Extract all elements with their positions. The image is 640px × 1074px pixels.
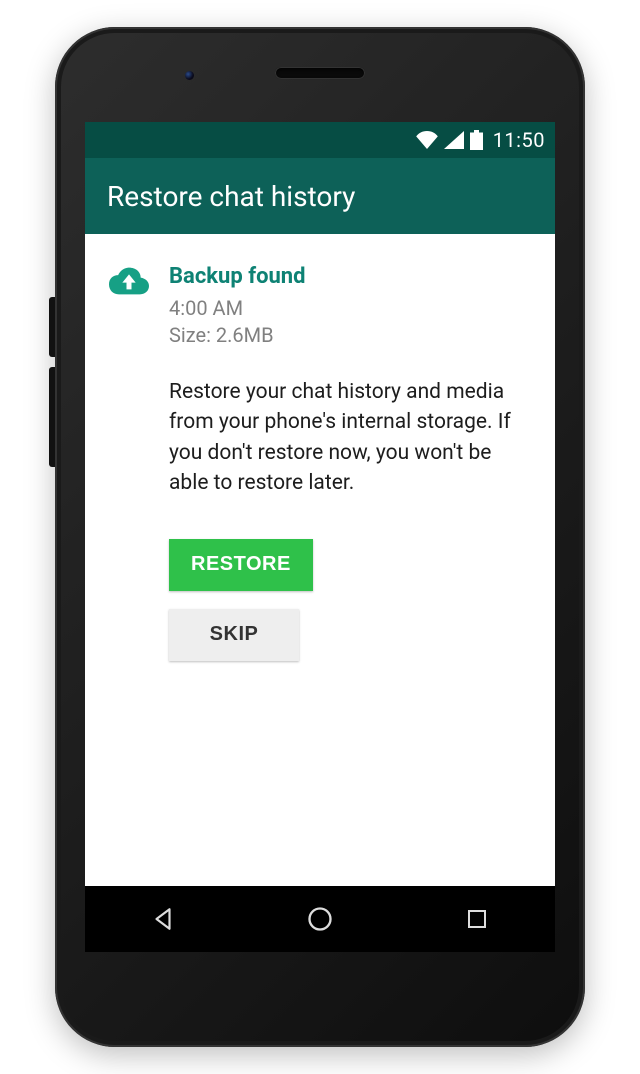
- main-column: Backup found 4:00 AM Size: 2.6MB Restore…: [169, 264, 531, 661]
- proximity-sensor: [185, 71, 194, 80]
- skip-button[interactable]: SKIP: [169, 609, 299, 661]
- stage: 11:50 Restore chat history Backup: [0, 0, 640, 1074]
- volume-button: [49, 297, 55, 357]
- page-title: Restore chat history: [107, 180, 355, 213]
- status-bar: 11:50: [85, 122, 555, 158]
- restore-button[interactable]: RESTORE: [169, 539, 313, 591]
- recents-icon[interactable]: [461, 903, 493, 935]
- status-time: 11:50: [493, 128, 545, 152]
- phone-frame: 11:50 Restore chat history Backup: [55, 27, 585, 1047]
- cloud-upload-icon: [109, 281, 149, 300]
- wifi-icon: [416, 131, 438, 149]
- android-nav-bar: [85, 886, 555, 952]
- cloud-icon-column: [109, 264, 149, 300]
- backup-heading: Backup found: [169, 264, 531, 289]
- screen: 11:50 Restore chat history Backup: [85, 122, 555, 952]
- button-group: RESTORE SKIP: [169, 539, 531, 661]
- earpiece: [275, 67, 365, 79]
- cellular-icon: [444, 131, 464, 149]
- power-button: [49, 367, 55, 467]
- home-icon[interactable]: [304, 903, 336, 935]
- content-area: Backup found 4:00 AM Size: 2.6MB Restore…: [85, 234, 555, 661]
- backup-time: 4:00 AM: [169, 295, 531, 322]
- app-bar: Restore chat history: [85, 158, 555, 234]
- backup-size: Size: 2.6MB: [169, 322, 531, 349]
- backup-description: Restore your chat history and media from…: [169, 377, 531, 499]
- battery-icon: [470, 130, 483, 150]
- back-icon[interactable]: [147, 903, 179, 935]
